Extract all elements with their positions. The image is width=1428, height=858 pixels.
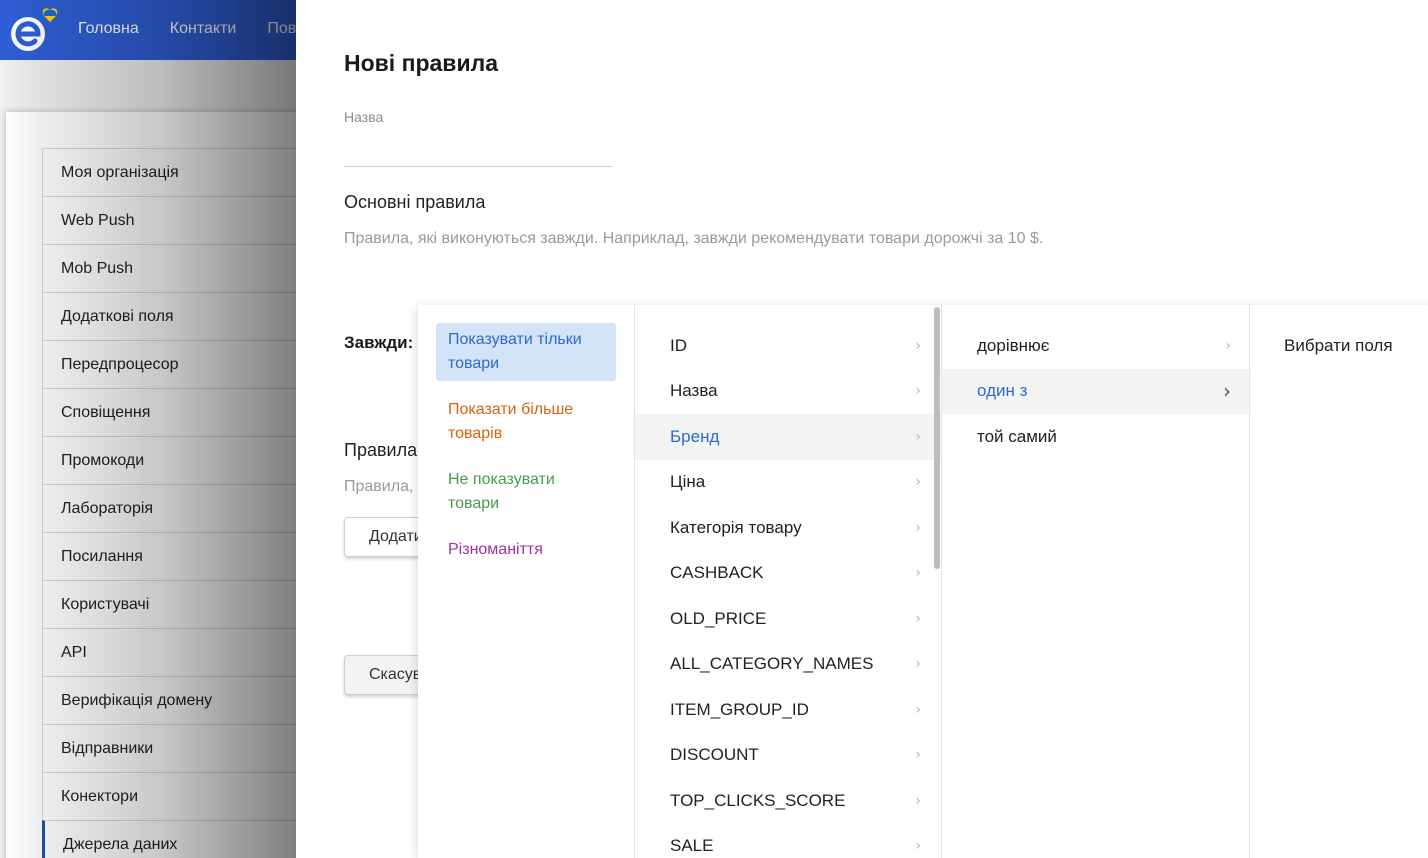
field-option-label: ALL_CATEGORY_NAMES <box>670 654 874 674</box>
name-label: Назва <box>344 109 384 125</box>
operator-option-label: один з <box>977 381 1028 401</box>
sidebar-item-links[interactable]: Посилання <box>42 532 296 580</box>
sidebar-item-preprocessor[interactable]: Передпроцесор <box>42 340 296 388</box>
sidebar-item-laboratory[interactable]: Лабораторія <box>42 484 296 532</box>
chevron-right-icon: › <box>915 519 921 536</box>
mode-option-show-only[interactable]: Показувати тільки товари <box>436 323 616 381</box>
chevron-right-icon: › <box>915 383 921 400</box>
mode-column: Показувати тільки товари Показати більше… <box>418 305 635 858</box>
field-option[interactable]: TOP_CLICKS_SCORE › <box>635 778 941 824</box>
field-option[interactable]: CASHBACK › <box>635 551 941 597</box>
chevron-right-icon: › <box>915 610 921 627</box>
field-option-label: Ціна <box>670 472 706 492</box>
operator-option-equals[interactable]: дорівнює › <box>942 323 1249 369</box>
field-option-label: OLD_PRICE <box>670 608 767 628</box>
field-option[interactable]: DISCOUNT › <box>635 733 941 779</box>
field-option-label: Категорія товару <box>670 517 802 537</box>
chevron-right-icon: › <box>915 838 921 855</box>
field-option[interactable]: Ціна › <box>635 460 941 506</box>
sidebar-item-connectors[interactable]: Конектори <box>42 772 296 820</box>
chevron-right-icon: › <box>915 747 921 764</box>
mode-option-show-more[interactable]: Показати більше товарів <box>436 393 616 451</box>
logo-icon <box>11 8 58 51</box>
field-option[interactable]: ALL_CATEGORY_NAMES › <box>635 642 941 688</box>
mode-option-hide[interactable]: Не показувати товари <box>436 463 616 521</box>
operator-option-same[interactable]: той самий <box>942 414 1249 460</box>
chevron-right-icon: › <box>915 474 921 491</box>
field-option-selected[interactable]: Бренд › <box>635 414 941 460</box>
nav-more[interactable]: Пові <box>267 20 296 38</box>
field-column-scrollbar[interactable] <box>934 307 940 569</box>
main-rules-title: Основні правила <box>344 192 486 212</box>
sidebar-item-custom-fields[interactable]: Додаткові поля <box>42 292 296 340</box>
field-option-label: ID <box>670 335 687 355</box>
chevron-right-icon: › <box>915 656 921 673</box>
select-fields-option[interactable]: Вибрати поля <box>1250 323 1428 369</box>
settings-sidebar: Моя організація Web Push Mob Push Додатк… <box>42 148 296 858</box>
operator-option-label: той самий <box>977 426 1057 446</box>
field-option[interactable]: ID › <box>635 323 941 369</box>
chevron-right-icon: › <box>915 565 921 582</box>
top-nav: Головна Контакти Пові <box>78 0 296 58</box>
sidebar-item-domain-verification[interactable]: Верифікація домену <box>42 676 296 724</box>
field-option-label: CASHBACK <box>670 563 764 583</box>
name-input[interactable] <box>344 128 612 167</box>
sidebar-item-data-sources[interactable]: Джерела даних <box>42 820 296 858</box>
rules-title: Правила <box>344 440 418 460</box>
sidebar-item-users[interactable]: Користувачі <box>42 580 296 628</box>
sidebar-item-notifications[interactable]: Сповіщення <box>42 388 296 436</box>
chevron-right-icon: › <box>915 792 921 809</box>
field-option-label: Бренд <box>670 426 720 446</box>
sidebar-item-senders[interactable]: Відправники <box>42 724 296 772</box>
field-option[interactable]: Категорія товару › <box>635 505 941 551</box>
sidebar-item-api[interactable]: API <box>42 628 296 676</box>
field-option[interactable]: OLD_PRICE › <box>635 596 941 642</box>
sidebar-item-organization[interactable]: Моя організація <box>42 148 296 196</box>
nav-contacts[interactable]: Контакти <box>170 20 237 38</box>
select-fields-label: Вибрати поля <box>1284 335 1393 355</box>
rules-description: Правила, <box>344 478 414 495</box>
field-option[interactable]: SALE › <box>635 824 941 858</box>
chevron-right-icon: › <box>915 428 921 445</box>
field-option[interactable]: Назва › <box>635 369 941 415</box>
always-label: Завжди: <box>344 333 414 352</box>
top-bar: Головна Контакти Пові <box>0 0 296 60</box>
main-rules-description: Правила, які виконуються завжди. Наприкл… <box>344 230 1044 247</box>
sidebar-item-web-push[interactable]: Web Push <box>42 196 296 244</box>
field-option-label: DISCOUNT <box>670 745 759 765</box>
field-option-label: SALE <box>670 836 714 856</box>
operator-column: дорівнює › один з › той самий <box>942 305 1250 858</box>
sidebar-item-mob-push[interactable]: Mob Push <box>42 244 296 292</box>
sidebar-item-promocodes[interactable]: Промокоди <box>42 436 296 484</box>
operator-option-label: дорівнює <box>977 335 1050 355</box>
values-column: Вибрати поля <box>1250 305 1428 858</box>
field-option-label: TOP_CLICKS_SCORE <box>670 790 846 810</box>
background-app: Головна Контакти Пові Моя організація We… <box>0 0 296 858</box>
page-title: Нові правила <box>344 50 498 76</box>
operator-option-one-of[interactable]: один з › <box>942 368 1249 414</box>
mode-option-variety[interactable]: Різноманіття <box>436 533 616 567</box>
field-option[interactable]: ITEM_GROUP_ID › <box>635 687 941 733</box>
chevron-right-icon: › <box>915 337 921 354</box>
nav-home[interactable]: Головна <box>78 20 139 38</box>
field-option-label: Назва <box>670 381 718 401</box>
rule-cascader-dropdown: Показувати тільки товари Показати більше… <box>418 305 1428 858</box>
chevron-right-icon: › <box>1223 379 1231 404</box>
chevron-right-icon: › <box>1225 337 1231 354</box>
field-column: ID › Назва › Бренд › Ціна › Категорія товару… <box>635 305 942 858</box>
chevron-right-icon: › <box>915 701 921 718</box>
field-option-label: ITEM_GROUP_ID <box>670 699 809 719</box>
